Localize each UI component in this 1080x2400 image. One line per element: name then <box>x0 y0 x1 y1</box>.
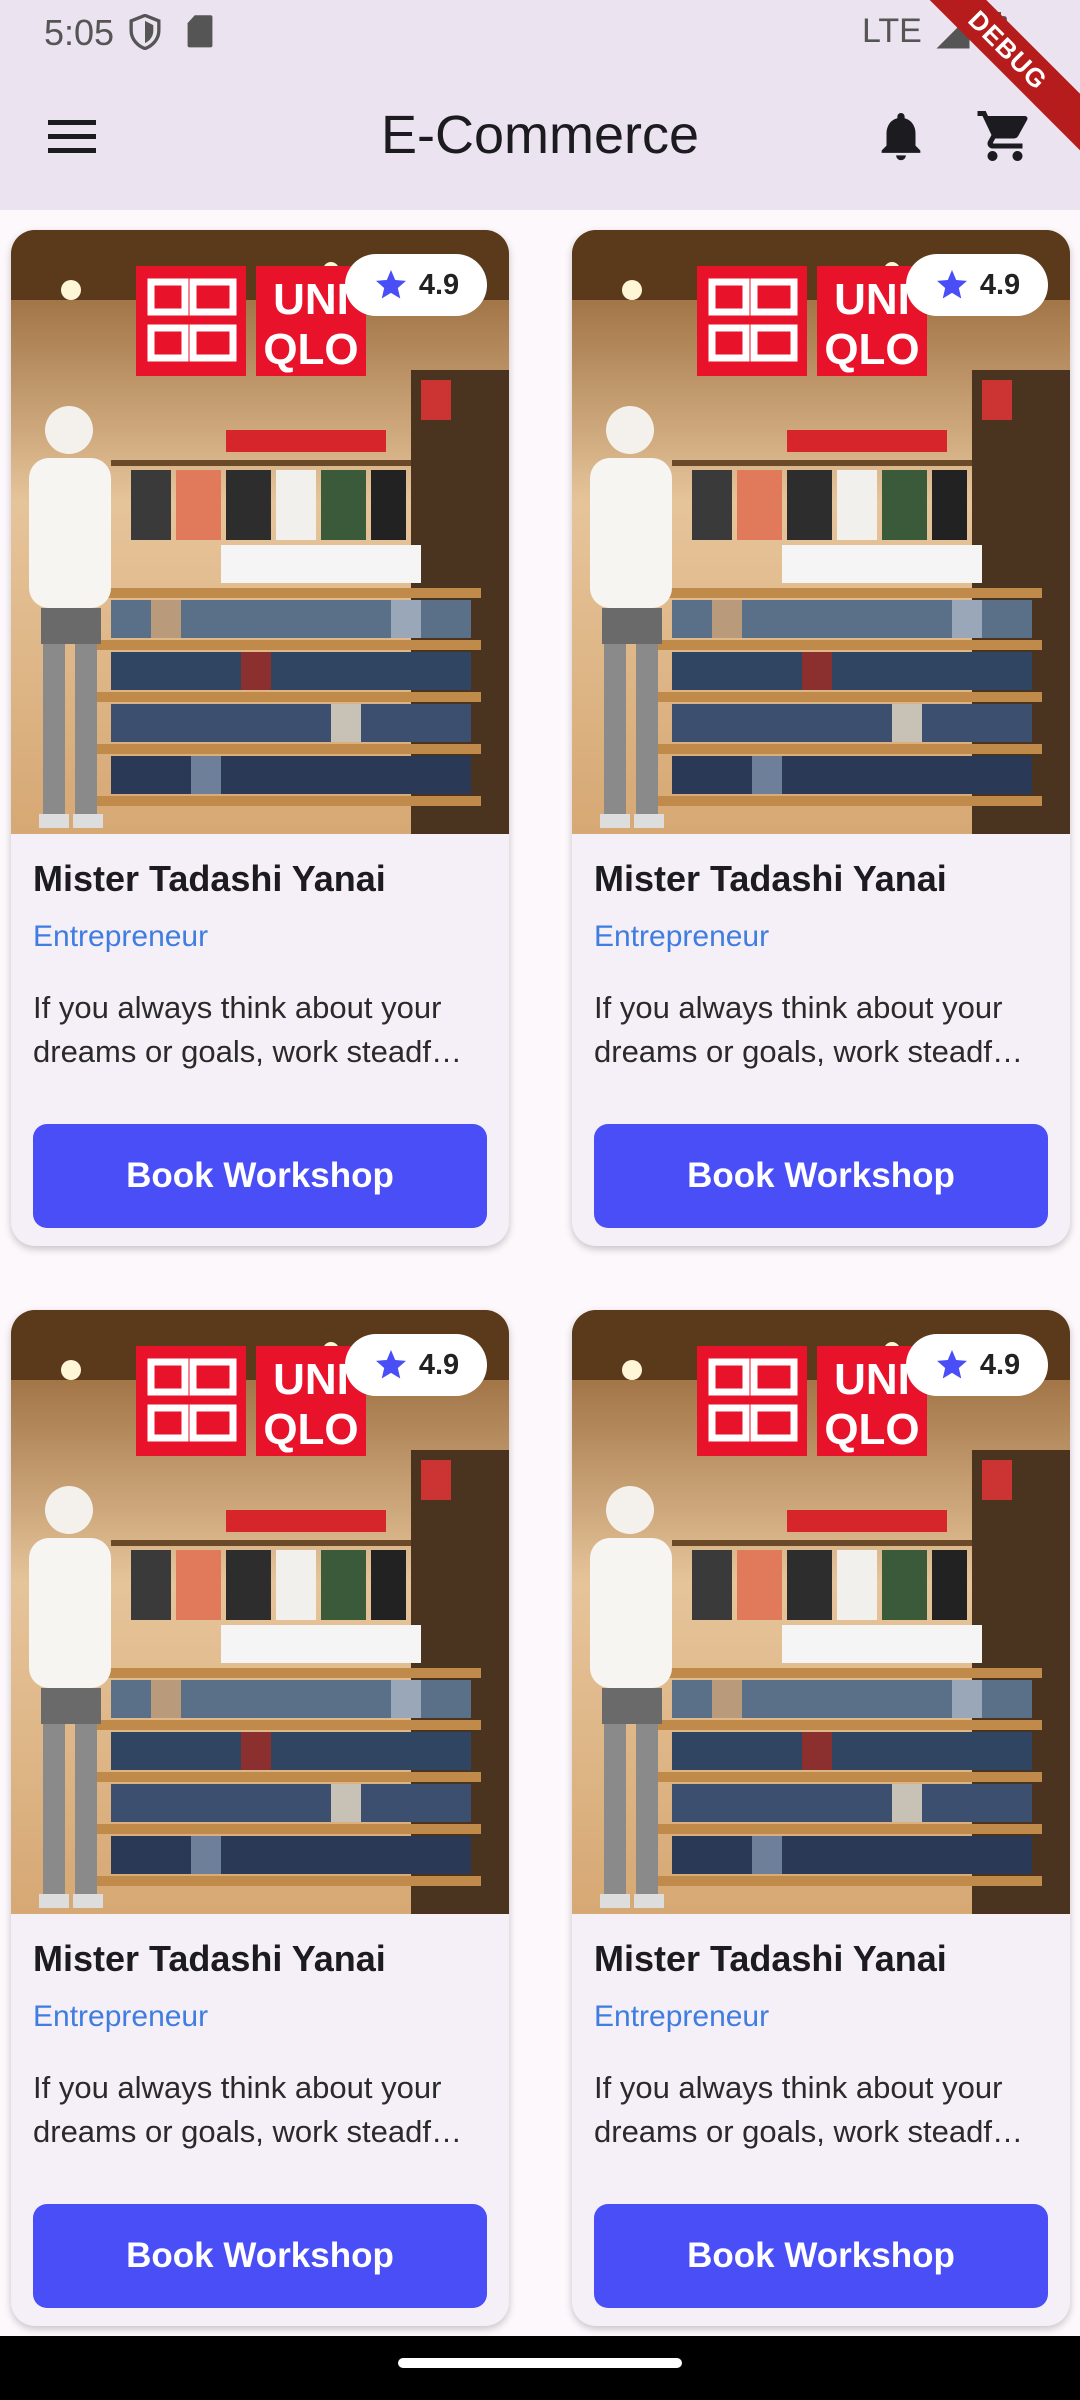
system-nav-bar <box>0 2336 1080 2400</box>
description-line: If you always think about your <box>33 990 442 1025</box>
logo-text: QLO <box>824 325 919 374</box>
speaker-name: Mister Tadashi Yanai <box>33 858 386 899</box>
speaker-description: If you always think about your dreams or… <box>33 2066 487 2154</box>
workshop-card[interactable]: UNI QLO 4.9 Mister Tadashi Yanai Entrepr… <box>11 1310 509 2326</box>
logo-text: UNI <box>273 1355 349 1404</box>
speaker-description: If you always think about your dreams or… <box>33 986 487 1074</box>
star-icon <box>936 270 967 299</box>
store-photo: UNI QLO <box>11 230 509 834</box>
status-bar: 5:05 LTE <box>0 0 1080 64</box>
star-icon <box>936 1350 967 1379</box>
description-line: If you always think about your <box>594 2070 1003 2105</box>
store-photo: UNI QLO <box>572 1310 1070 1914</box>
book-workshop-button[interactable]: Book Workshop <box>594 2204 1048 2308</box>
logo-text: QLO <box>263 1405 358 1454</box>
cart-icon <box>977 111 1028 161</box>
speaker-description: If you always think about your dreams or… <box>594 2066 1048 2154</box>
speaker-role: Entrepreneur <box>594 920 770 953</box>
workshop-card[interactable]: UNI QLO 4.9 Mister Tadashi Yanai Entrepr… <box>11 230 509 1246</box>
logo-text: UNI <box>834 1355 910 1404</box>
logo-text: UNI <box>273 275 349 324</box>
store-photo: UNI QLO <box>572 230 1070 834</box>
description-line: If you always think about your <box>33 2070 442 2105</box>
speaker-name: Mister Tadashi Yanai <box>594 1938 947 1979</box>
star-icon <box>375 270 406 299</box>
rating-value: 4.9 <box>418 1348 460 1381</box>
bell-icon <box>881 113 921 161</box>
rating-value: 4.9 <box>418 268 460 301</box>
description-line: dreams or goals, work steadf… <box>33 1034 463 1069</box>
speaker-description: If you always think about your dreams or… <box>594 986 1048 1074</box>
logo-text: UNI <box>834 275 910 324</box>
shield-icon <box>128 13 162 55</box>
rating-value: 4.9 <box>979 268 1021 301</box>
star-icon <box>375 1350 406 1379</box>
logo-text: QLO <box>824 1405 919 1454</box>
workshop-card[interactable]: UNI QLO 4.9 Mister Tadashi Yanai Entrepr… <box>572 230 1070 1246</box>
speaker-role: Entrepreneur <box>33 920 209 953</box>
rating-badge: 4.9 <box>906 1334 1048 1396</box>
logo-text: QLO <box>263 325 358 374</box>
notifications-button[interactable] <box>872 106 930 166</box>
status-time: 5:05 <box>44 12 115 53</box>
rating-badge: 4.9 <box>906 254 1048 316</box>
workshop-grid: UNI QLO 4.9 Mister Tadashi Yanai Entrepr… <box>0 210 1080 2336</box>
description-line: dreams or goals, work steadf… <box>33 2114 463 2149</box>
description-line: dreams or goals, work steadf… <box>594 1034 1024 1069</box>
home-gesture-handle[interactable] <box>398 2358 682 2368</box>
book-workshop-button[interactable]: Book Workshop <box>594 1124 1048 1228</box>
speaker-name: Mister Tadashi Yanai <box>33 1938 386 1979</box>
cart-button[interactable] <box>974 106 1036 166</box>
store-photo: UNI QLO <box>11 1310 509 1914</box>
speaker-name: Mister Tadashi Yanai <box>594 858 947 899</box>
rating-badge: 4.9 <box>345 1334 487 1396</box>
speaker-role: Entrepreneur <box>594 2000 770 2033</box>
book-workshop-button[interactable]: Book Workshop <box>33 2204 487 2308</box>
workshop-card[interactable]: UNI QLO 4.9 Mister Tadashi Yanai Entrepr… <box>572 1310 1070 2326</box>
rating-value: 4.9 <box>979 1348 1021 1381</box>
app-bar: E-Commerce <box>0 64 1080 210</box>
book-workshop-button[interactable]: Book Workshop <box>33 1124 487 1228</box>
network-label: LTE <box>862 12 922 50</box>
description-line: dreams or goals, work steadf… <box>594 2114 1024 2149</box>
sd-card-icon <box>186 14 214 53</box>
description-line: If you always think about your <box>594 990 1003 1025</box>
rating-badge: 4.9 <box>345 254 487 316</box>
speaker-role: Entrepreneur <box>33 2000 209 2033</box>
